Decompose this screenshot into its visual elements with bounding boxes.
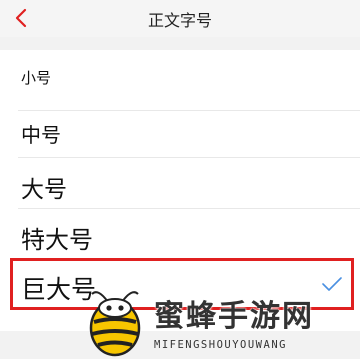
font-size-option-small[interactable]: 小号 <box>0 50 360 110</box>
option-label: 小号 <box>21 69 52 87</box>
section-gap <box>0 37 360 50</box>
top-nav-bar: 正文字号 <box>0 0 360 37</box>
option-label: 大号 <box>21 177 67 203</box>
option-label: 特大号 <box>21 226 93 254</box>
option-label: 中号 <box>21 123 61 147</box>
font-size-option-extra-large[interactable]: 特大号 <box>0 209 360 259</box>
font-size-option-medium[interactable]: 中号 <box>0 111 360 155</box>
checkmark-icon <box>322 277 342 291</box>
bottom-gap <box>0 331 360 359</box>
page-title: 正文字号 <box>147 11 212 30</box>
selection-highlight <box>10 258 354 310</box>
font-size-option-large[interactable]: 大号 <box>0 158 360 210</box>
